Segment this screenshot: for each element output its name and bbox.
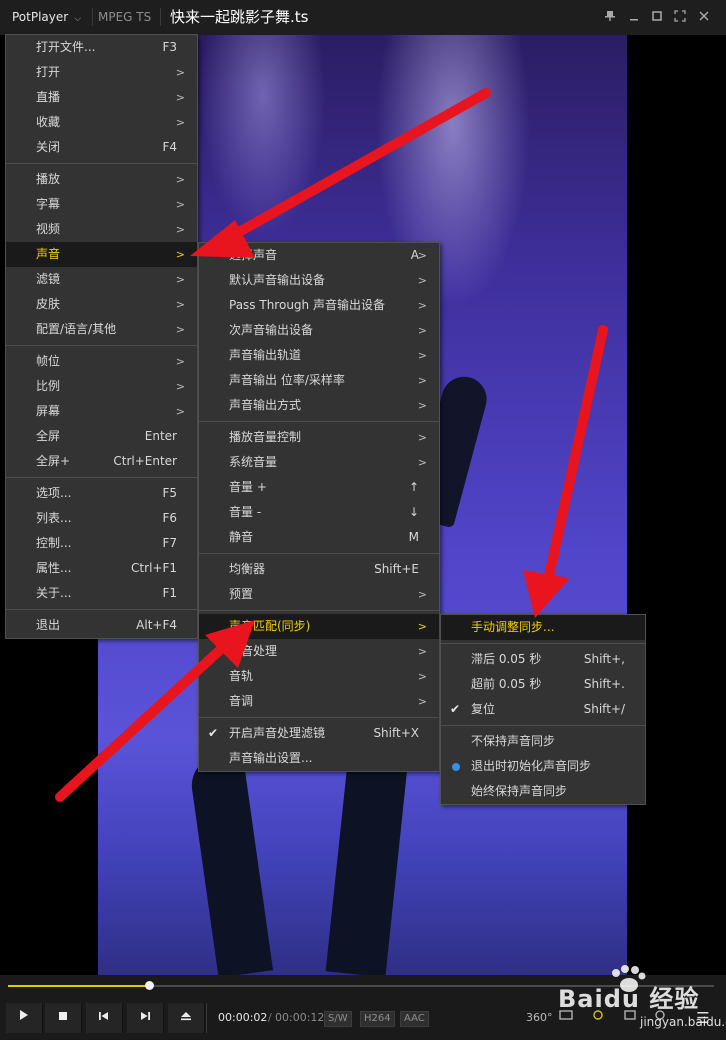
arrow-to-sound — [190, 88, 491, 258]
arrow-to-manual-sync — [523, 325, 608, 618]
annotation-arrows — [55, 88, 608, 802]
arrow-to-audio-sync — [55, 620, 255, 802]
